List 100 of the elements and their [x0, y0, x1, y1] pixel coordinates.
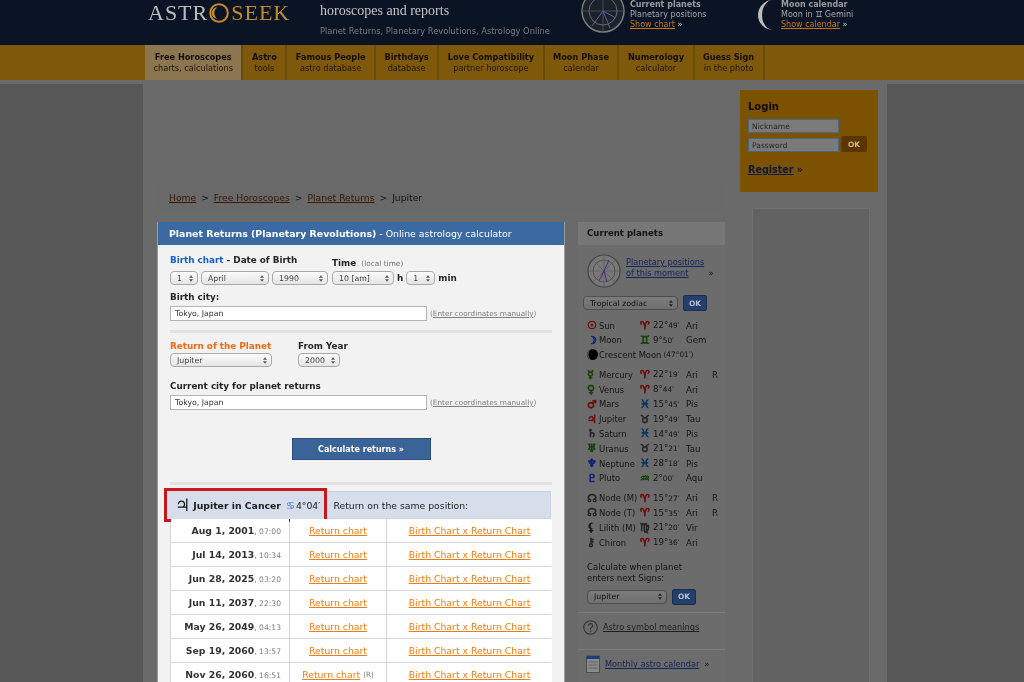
arrow-text: » — [704, 659, 710, 670]
planet-symbol: ☊ — [587, 506, 598, 521]
widget-text: Planetary positions — [630, 10, 707, 20]
return-planet-label: Return of the Planet — [170, 340, 273, 353]
compare-chart-link[interactable]: Birth Chart x Return Chart — [408, 597, 531, 608]
arrow-text: » — [708, 268, 714, 278]
login-title: Login — [748, 100, 780, 114]
sign-symbol: ♈ — [640, 536, 651, 551]
sign-abbreviation: Ari — [686, 507, 699, 521]
calculate-signs-text: Calculate when planet enters next Signs: — [586, 561, 683, 585]
planet-name: Neptune — [599, 457, 636, 471]
planet-symbol: ☉ — [587, 318, 598, 333]
planet-name: Node (M) — [599, 492, 639, 506]
sign-abbreviation: Aqu — [686, 472, 704, 486]
sign-symbol: ♈ — [640, 383, 651, 398]
return-chart-link[interactable]: Return chart — [309, 549, 367, 560]
return-chart-link[interactable]: Return chart — [302, 669, 361, 680]
planet-name: Sun — [599, 319, 616, 333]
moon-phase-icon — [587, 349, 598, 361]
retrograde-label: R — [712, 492, 719, 506]
compare-chart-link[interactable]: Birth Chart x Return Chart — [408, 669, 531, 680]
compare-chart-link[interactable]: Birth Chart x Return Chart — [408, 525, 531, 536]
return-chart-link[interactable]: Return chart — [309, 525, 367, 536]
planet-symbol: ☽ — [587, 333, 598, 348]
sign-symbol: ♍ — [640, 521, 651, 536]
breadcrumb-link[interactable]: Free Horoscopes — [213, 192, 290, 203]
sign-abbreviation: Vir — [686, 521, 699, 535]
unit-label: min — [438, 273, 457, 283]
planet-symbol: ♃ — [175, 495, 191, 515]
chart-wheel-icon[interactable] — [580, 0, 626, 33]
sign-symbol: ♈ — [640, 368, 651, 383]
sign-symbol: ♒ — [640, 471, 651, 486]
current-city-label: Current city for planet returns — [170, 380, 322, 393]
compare-chart-link[interactable]: Birth Chart x Return Chart — [408, 645, 531, 656]
sign-abbreviation: Gem — [686, 334, 708, 348]
show-link[interactable]: Show chart — [630, 20, 675, 29]
breadcrumb-separator: > — [379, 192, 388, 203]
birth-city-label: Birth city: — [170, 291, 221, 304]
unit-label: h — [397, 273, 404, 283]
planet-name: Mercury — [599, 368, 634, 382]
updown-caret-icon — [669, 299, 673, 307]
planet-name: Jupiter — [599, 413, 628, 427]
sign-abbreviation: Tau — [686, 413, 702, 427]
return-chart-link[interactable]: Return chart — [309, 597, 367, 608]
planet-name: Venus — [599, 383, 626, 397]
planet-symbol: ⚷ — [587, 536, 597, 551]
breadcrumb-separator: > — [201, 192, 209, 203]
planet-symbol: ⚸ — [587, 521, 597, 536]
sign-symbol: ♓ — [640, 397, 651, 412]
sidebar-link[interactable]: Astro symbol meanings — [603, 622, 700, 633]
compare-chart-link[interactable]: Birth Chart x Return Chart — [408, 621, 531, 632]
planet-name: Uranus — [599, 442, 630, 456]
updown-caret-icon — [319, 274, 323, 282]
planet-symbol: ♇ — [587, 471, 598, 486]
sidebar-link[interactable]: Monthly astro calendar — [605, 659, 700, 670]
planet-symbol: ☿ — [587, 368, 595, 383]
updown-caret-icon — [263, 356, 267, 364]
arrow-text: » — [842, 20, 848, 29]
sign-symbol: ♈ — [640, 318, 651, 333]
retrograde-label: R — [712, 368, 719, 382]
return-chart-link[interactable]: Return chart — [309, 573, 367, 584]
planet-name: Lilith (M) — [599, 521, 637, 535]
retrograde-label: R — [712, 507, 719, 521]
register-link[interactable]: Register — [748, 164, 794, 175]
updown-caret-icon — [260, 274, 264, 282]
birth-chart-link[interactable]: Birth chart — [170, 255, 224, 265]
planet-name: Node (T) — [599, 507, 637, 521]
compare-chart-link[interactable]: Birth Chart x Return Chart — [408, 573, 531, 584]
arrow-text: » — [796, 164, 803, 175]
planetary-positions-link[interactable]: Planetary positions of this moment — [626, 257, 706, 279]
sign-abbreviation: Ari — [686, 319, 699, 333]
planet-name: Mars — [599, 398, 621, 412]
show-link[interactable]: Show calendar — [781, 20, 840, 29]
sign-abbreviation: Pis — [686, 457, 699, 471]
calculate-returns-button[interactable]: Calculate returns » — [291, 438, 431, 460]
position-text: 4°04′ — [295, 499, 321, 511]
updown-caret-icon — [331, 356, 335, 364]
moon-phase-name: Crescent Moon — [599, 350, 662, 360]
planet-symbol: ♅ — [587, 442, 598, 457]
widget-text: Moon in ♊ Gemini — [781, 10, 854, 20]
widget-title: Current planets — [630, 0, 702, 10]
breadcrumb-separator: > — [294, 192, 303, 203]
return-chart-link[interactable]: Return chart — [309, 621, 367, 632]
sign-abbreviation: Ari — [686, 536, 699, 550]
compare-chart-link[interactable]: Birth Chart x Return Chart — [408, 549, 531, 560]
planet-name: Chiron — [599, 536, 628, 550]
planet-name: Pluto — [599, 472, 622, 486]
breadcrumb-link[interactable]: Home — [169, 192, 197, 203]
sign-symbol: ♉ — [640, 412, 651, 427]
planet-symbol: ♃ — [587, 412, 598, 427]
updown-caret-icon — [385, 274, 389, 282]
page-subtitle: Planet Returns, Planetary Revolutions, Astrology Online — [320, 26, 551, 36]
nav-tab[interactable]: Free Horoscopes charts, calculations — [145, 45, 244, 80]
site-logo[interactable]: ASTR SEEK — [148, 0, 305, 26]
sign-symbol: ♉ — [640, 442, 651, 457]
sign-symbol: ♈ — [640, 506, 651, 521]
return-chart-link[interactable]: Return chart — [309, 645, 367, 656]
breadcrumb-link[interactable]: Planet Returns — [307, 192, 375, 203]
widget-title: Moon calendar — [781, 0, 849, 10]
sign-abbreviation: Pis — [686, 398, 699, 412]
